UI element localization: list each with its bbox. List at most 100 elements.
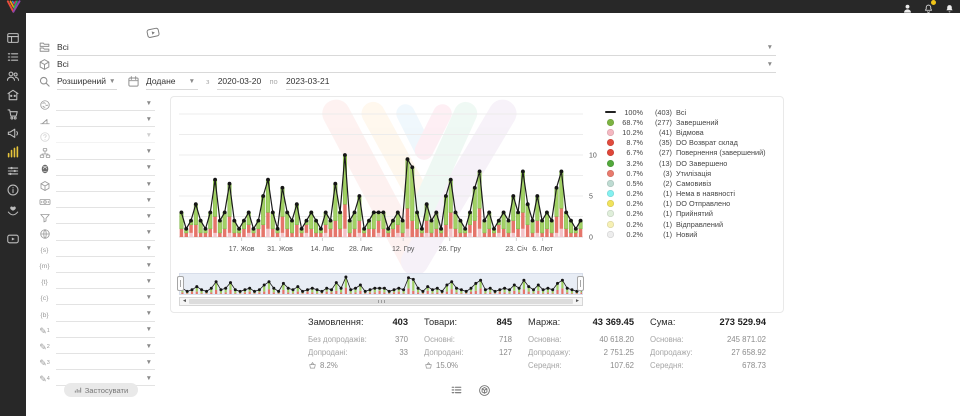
- list-view-icon[interactable]: [450, 384, 463, 397]
- legend-item[interactable]: 0.5%(2)Самовивіз: [607, 178, 766, 188]
- navigator-right-handle[interactable]: [577, 276, 584, 291]
- filter-select[interactable]: ▼: [56, 355, 155, 370]
- sidebar-item-sliders-icon[interactable]: [6, 164, 20, 178]
- legend-count: (27): [643, 148, 672, 157]
- navigator-left-handle[interactable]: [177, 276, 184, 291]
- stats-column: Сума:273 529.94Основна:245 871.02Допрода…: [650, 317, 766, 372]
- scrollbar-thumb[interactable]: [189, 299, 573, 304]
- stats-row-label: Допродані:: [424, 346, 464, 359]
- stats-row: Основна:245 871.02: [650, 333, 766, 346]
- legend-item[interactable]: 0.2%(1)Новий: [607, 229, 766, 239]
- video-tag-icon[interactable]: [140, 24, 166, 41]
- chart-scrollbar[interactable]: ◄ ►: [179, 297, 583, 306]
- filter-select[interactable]: ▼: [56, 323, 155, 338]
- stats-row-value: 678.73: [742, 359, 766, 372]
- legend-item[interactable]: 100%(403)Всі: [607, 107, 766, 117]
- legend-percent: 0.2%: [614, 230, 643, 239]
- legend-item[interactable]: 68.7%(277)Завершений: [607, 117, 766, 127]
- analytics-card: 105017. Жов31. Жов14. Лис28. Лис12. Гру2…: [170, 96, 784, 313]
- legend-item[interactable]: 3.2%(13)DO Завершено: [607, 158, 766, 168]
- chevron-down-icon: ▼: [146, 294, 152, 301]
- notifications-bell-icon[interactable]: [923, 1, 934, 12]
- package-box-icon: [38, 58, 51, 71]
- braces-icon: {b}: [38, 309, 51, 322]
- legend-item[interactable]: 10.2%(41)Відмова: [607, 127, 766, 137]
- legend-count: (1): [643, 230, 672, 239]
- filter-select[interactable]: ▼: [56, 274, 155, 289]
- date-field-select[interactable]: Додане ▼: [146, 74, 198, 90]
- legend-item[interactable]: 6.7%(27) Повернення (завершений): [607, 148, 766, 158]
- legend-item[interactable]: 0.2%(1)Відправлений: [607, 219, 766, 229]
- x-axis-label: 23. Січ: [505, 245, 527, 253]
- apply-button[interactable]: Застосувати: [64, 383, 138, 397]
- chevron-down-icon: ▼: [146, 262, 152, 269]
- legend-label: DO Отправлено: [676, 199, 730, 208]
- filter-select[interactable]: ▼: [56, 177, 155, 192]
- box-icon: [38, 179, 51, 192]
- filter-select[interactable]: ▼: [56, 161, 155, 176]
- search-mode-select[interactable]: Розширений ▼: [57, 74, 117, 90]
- product-select[interactable]: Всі ▼: [57, 57, 776, 73]
- legend-label: Відмова: [676, 128, 704, 137]
- summary-stats: Замовлення:403Без допродажів:370Допродан…: [308, 317, 766, 372]
- filter-select[interactable]: ▼: [56, 96, 155, 111]
- user-icon[interactable]: [902, 1, 913, 12]
- sidebar-item-users-icon[interactable]: [6, 69, 20, 83]
- sidebar-item-analytics-icon[interactable]: [6, 145, 20, 159]
- legend-percent: 0.2%: [614, 199, 643, 208]
- sidebar-item-video-icon[interactable]: [6, 232, 20, 246]
- y-axis-label: 10: [589, 153, 597, 160]
- search-mode-value: Розширений: [57, 76, 106, 86]
- filter-row-sitemap: ▼: [38, 145, 155, 160]
- stats-row-label: Без допродажів:: [308, 333, 367, 346]
- legend-percent: 0.2%: [614, 220, 643, 229]
- sidebar-item-store-icon[interactable]: [6, 88, 20, 102]
- sidebar-item-orders-icon[interactable]: [6, 50, 20, 64]
- filter-select[interactable]: ▼: [56, 112, 155, 127]
- filter-select[interactable]: ▼: [56, 290, 155, 305]
- scroll-right-icon[interactable]: ►: [575, 298, 580, 305]
- legend-percent: 6.7%: [614, 148, 643, 157]
- filter-row-fingerprint: ▼: [38, 161, 155, 176]
- filter-select[interactable]: ▼: [56, 226, 155, 241]
- legend-item[interactable]: 0.2%(1)Нема в наявності: [607, 189, 766, 199]
- legend-label: Утилізація: [676, 169, 711, 178]
- sidebar-item-dashboard-icon[interactable]: [6, 31, 20, 45]
- scope-select[interactable]: Всі ▼: [57, 40, 776, 56]
- filter-select[interactable]: ▼: [56, 242, 155, 257]
- legend-item[interactable]: 0.2%(1)DO Отправлено: [607, 199, 766, 209]
- sidebar-item-cart-icon[interactable]: [6, 107, 20, 121]
- legend-label: Повернення (завершений): [676, 148, 766, 157]
- stats-row: Допродані:33: [308, 346, 408, 359]
- filter-select[interactable]: ▼: [56, 193, 155, 208]
- legend-percent: 100%: [614, 108, 643, 117]
- date-from-input[interactable]: 2020-03-20: [217, 74, 261, 90]
- date-to-input[interactable]: 2023-03-21: [286, 74, 330, 90]
- web-icon: [38, 228, 51, 241]
- sidebar-item-megaphone-icon[interactable]: [6, 126, 20, 140]
- filter-row-braces-s: {s}▼: [38, 242, 155, 257]
- braces-icon: {c}: [38, 292, 51, 305]
- filter-row-pencil-1: ✎1▼: [38, 323, 155, 338]
- sidebar-item-loyalty-icon[interactable]: [6, 203, 20, 217]
- legend-item[interactable]: 0.2%(1)Прийнятий: [607, 209, 766, 219]
- filter-select[interactable]: ▼: [56, 145, 155, 160]
- app-logo-icon[interactable]: [5, 0, 23, 18]
- legend-item[interactable]: 0.7%(3)Утилізація: [607, 168, 766, 178]
- chevron-down-icon: ▼: [146, 245, 152, 252]
- chevron-down-icon: ▼: [146, 310, 152, 317]
- filter-select[interactable]: ▼: [56, 307, 155, 322]
- filter-select[interactable]: ▼: [56, 339, 155, 354]
- stats-title: Товари:845: [424, 317, 512, 327]
- legend-label: Самовивіз: [676, 179, 711, 188]
- filter-row-pencil-2: ✎2▼: [38, 339, 155, 354]
- legend-item[interactable]: 8.7%(35)DO Возврат склад: [607, 138, 766, 148]
- sidebar-item-info-icon[interactable]: [6, 183, 20, 197]
- scroll-left-icon[interactable]: ◄: [182, 298, 187, 305]
- package-view-icon[interactable]: [478, 384, 491, 397]
- filter-select[interactable]: ▼: [56, 209, 155, 224]
- alerts-bell-icon[interactable]: [944, 1, 955, 12]
- filter-select[interactable]: ▼: [56, 258, 155, 273]
- y-axis-label: 5: [589, 194, 593, 201]
- filter-select[interactable]: ▼: [56, 128, 155, 143]
